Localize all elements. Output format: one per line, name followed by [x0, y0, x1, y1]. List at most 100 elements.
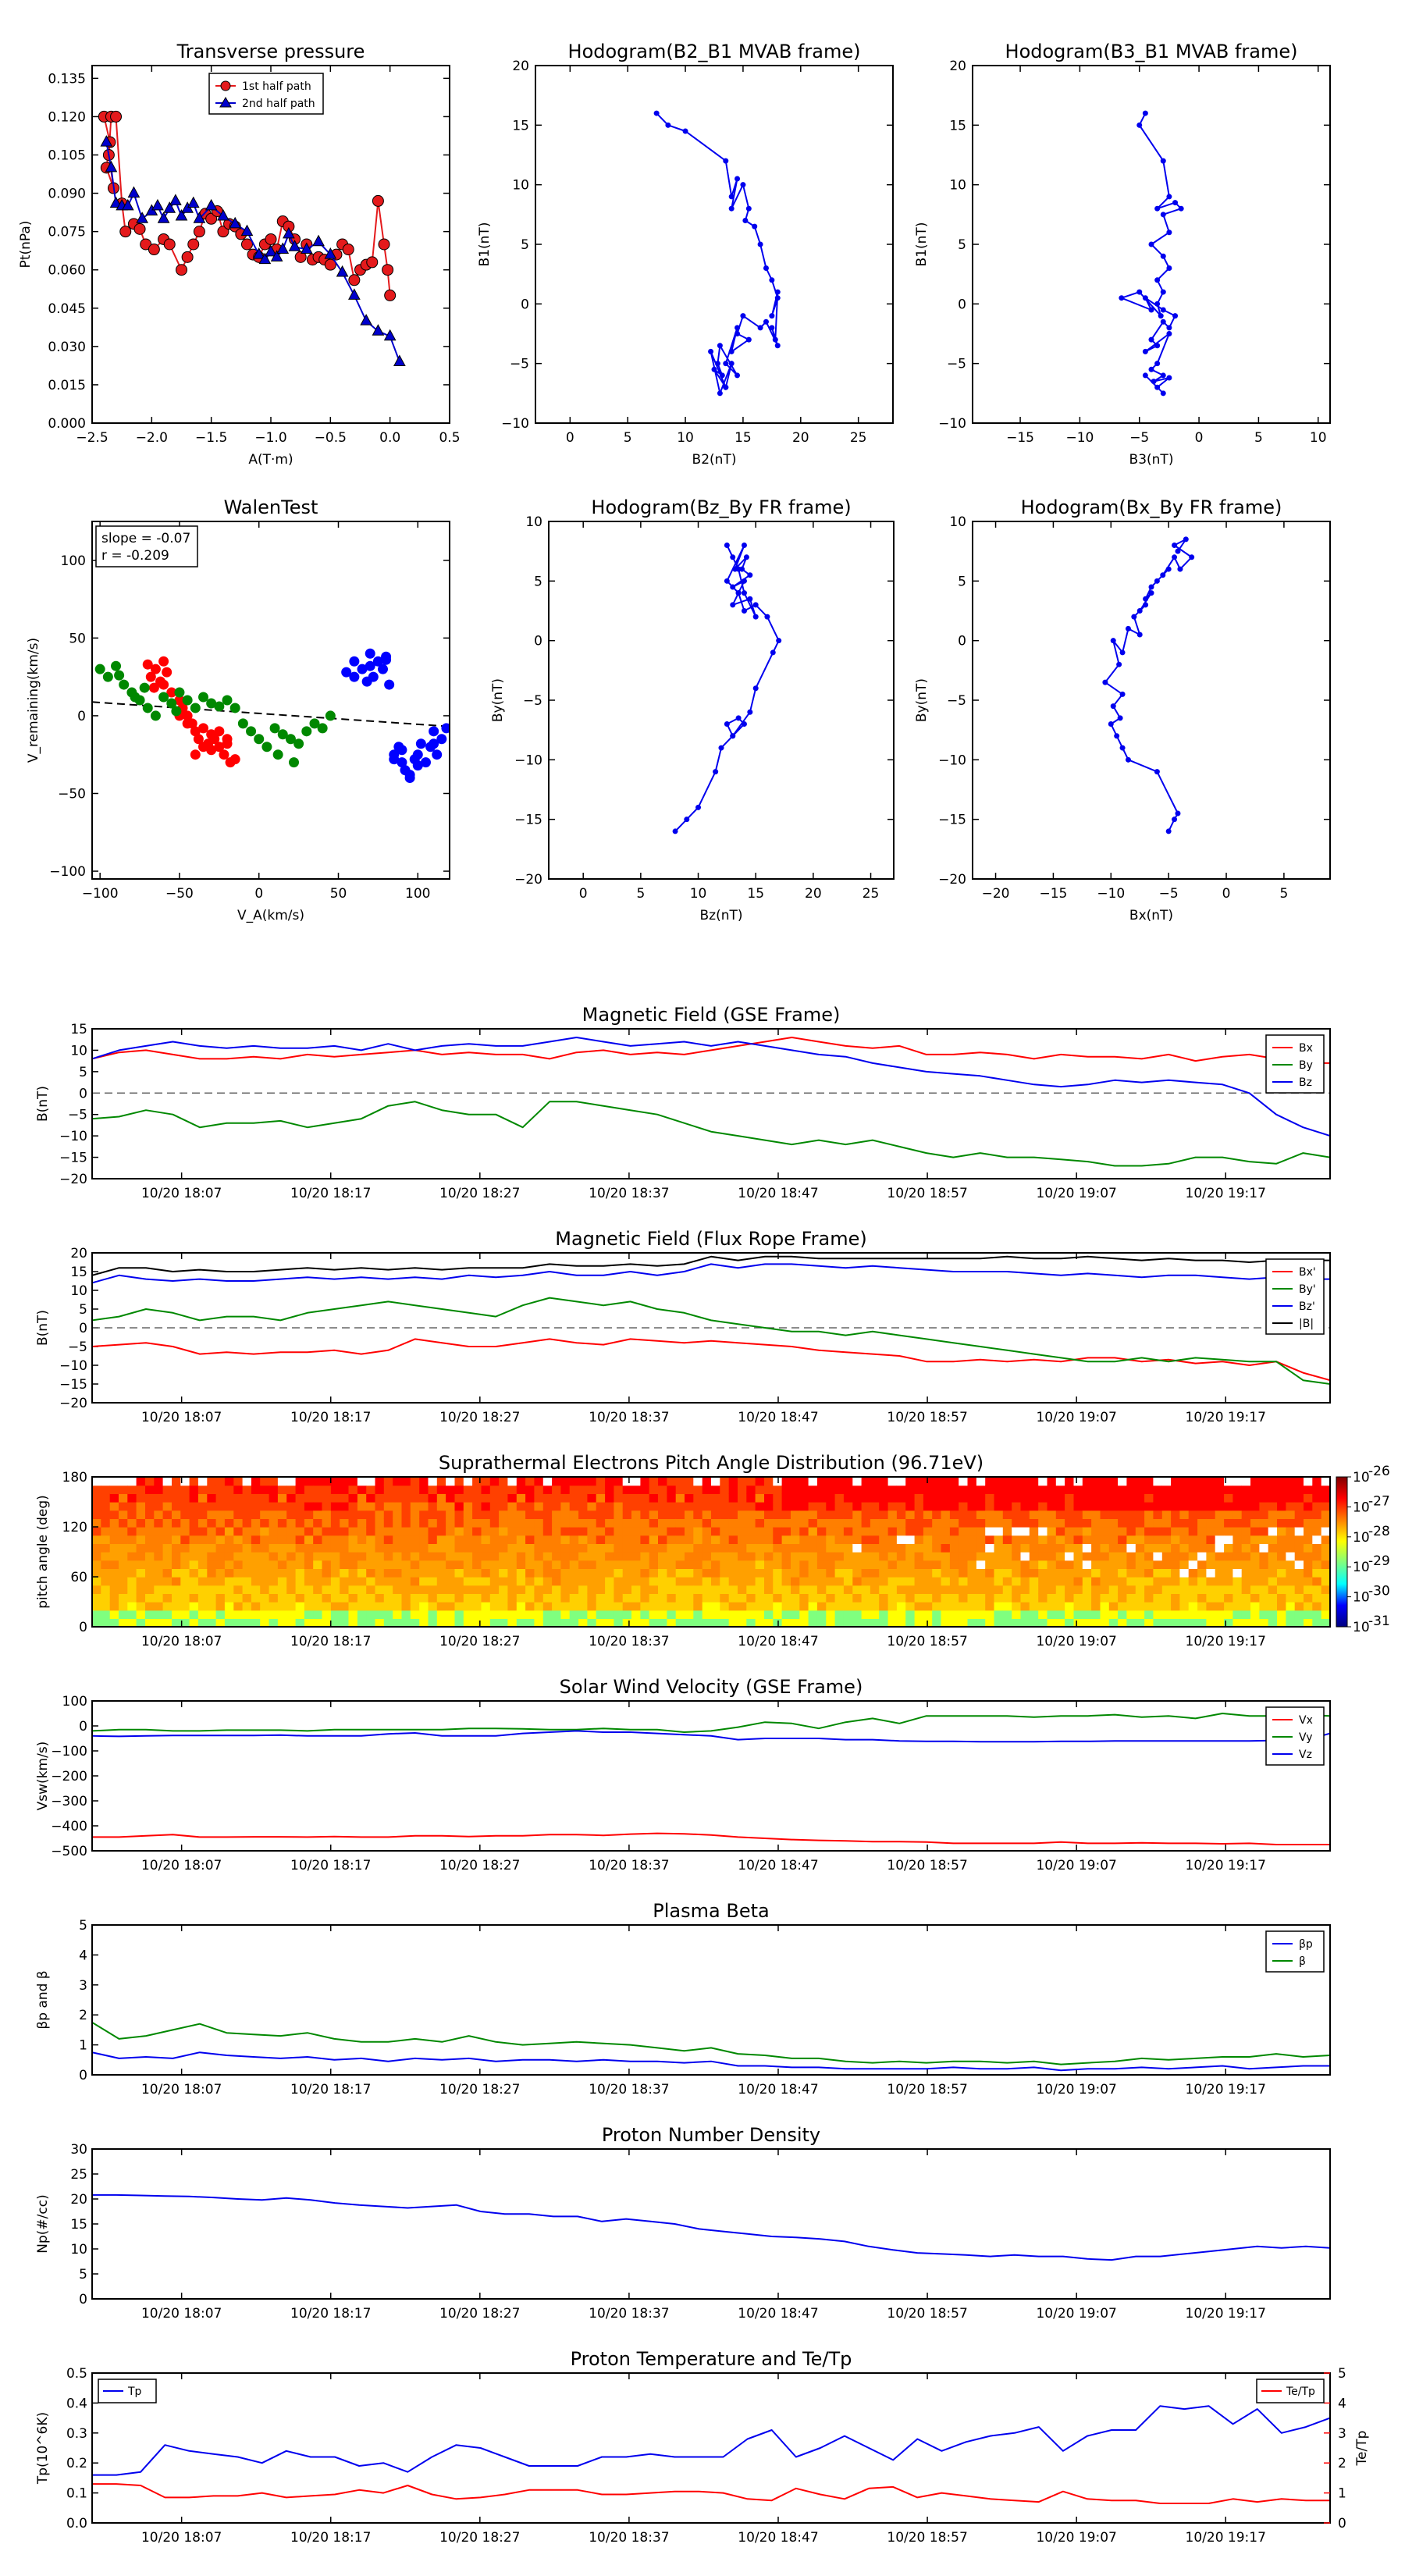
- heatmap-cell: [375, 1610, 385, 1619]
- heatmap-cell: [393, 1568, 403, 1578]
- heatmap-cell: [799, 1527, 809, 1536]
- heatmap-cell: [605, 1477, 614, 1486]
- heatmap-cell: [1241, 1577, 1251, 1586]
- chart-title: Hodogram(Bz_By FR frame): [591, 496, 851, 518]
- chart-title: Solar Wind Velocity (GSE Frame): [560, 1676, 863, 1698]
- heatmap-cell: [322, 1610, 332, 1619]
- heatmap-cell: [180, 1518, 190, 1528]
- heatmap-cell: [870, 1560, 880, 1569]
- heatmap-cell: [1082, 1552, 1092, 1561]
- heatmap-cell: [145, 1485, 155, 1494]
- heatmap-cell: [843, 1518, 853, 1528]
- x-tick-label: 10/20 18:57: [887, 1410, 967, 1425]
- heatmap-cell: [720, 1477, 730, 1486]
- heatmap-cell: [1002, 1518, 1012, 1528]
- heatmap-cell: [994, 1618, 1004, 1628]
- chart-title: Suprathermal Electrons Pitch Angle Distr…: [439, 1452, 984, 1474]
- x-tick-label: 0.5: [439, 430, 460, 446]
- heatmap-cell: [1286, 1543, 1296, 1553]
- heatmap-cell: [1100, 1552, 1110, 1561]
- x-tick-label: 10/20 18:17: [290, 2306, 371, 2322]
- data-point: [342, 244, 354, 256]
- heatmap-cell: [569, 1535, 579, 1544]
- x-tick-label: 0: [566, 430, 574, 446]
- heatmap-cell: [746, 1543, 756, 1553]
- heatmap-cell: [976, 1502, 986, 1511]
- heatmap-cell: [932, 1543, 942, 1553]
- heatmap-cell: [1038, 1502, 1048, 1511]
- heatmap-cell: [304, 1493, 314, 1503]
- heatmap-cell: [994, 1552, 1004, 1561]
- heatmap-cell: [215, 1502, 226, 1511]
- heatmap-cell: [1126, 1552, 1136, 1561]
- heatmap-cell: [507, 1585, 518, 1594]
- heatmap-cell: [578, 1577, 588, 1586]
- data-point: [246, 726, 257, 737]
- heatmap-cell: [1108, 1577, 1119, 1586]
- heatmap-cell: [711, 1618, 720, 1628]
- heatmap-cell: [1286, 1618, 1296, 1628]
- heatmap-cell: [348, 1502, 358, 1511]
- heatmap-cell: [1171, 1535, 1180, 1544]
- data-point: [1166, 265, 1172, 272]
- heatmap-cell: [587, 1577, 597, 1586]
- heatmap-cell: [197, 1543, 208, 1553]
- heatmap-cell: [773, 1577, 783, 1586]
- x-tick-label: 10/20 19:17: [1186, 1186, 1266, 1201]
- heatmap-cell: [1250, 1610, 1260, 1619]
- heatmap-cell: [985, 1527, 995, 1536]
- heatmap-cell: [180, 1493, 190, 1503]
- heatmap-cell: [162, 1585, 173, 1594]
- heatmap-cell: [516, 1493, 526, 1503]
- heatmap-cell: [1286, 1560, 1296, 1569]
- heatmap-cell: [605, 1543, 614, 1553]
- heatmap-cell: [127, 1527, 137, 1536]
- heatmap-cell: [197, 1485, 208, 1494]
- heatmap-cell: [1126, 1543, 1136, 1553]
- heatmap-cell: [92, 1518, 101, 1528]
- heatmap-cell: [207, 1602, 217, 1611]
- heatmap-cell: [728, 1560, 738, 1569]
- heatmap-cell: [1065, 1527, 1074, 1536]
- heatmap-cell: [1161, 1560, 1172, 1569]
- heatmap-cell: [1144, 1585, 1154, 1594]
- heatmap-cell: [755, 1593, 765, 1603]
- heatmap-cell: [755, 1610, 765, 1619]
- x-tick-label: 10/20 18:57: [887, 2530, 967, 2546]
- heatmap-cell: [976, 1602, 986, 1611]
- heatmap-cell: [764, 1602, 774, 1611]
- heatmap-cell: [985, 1502, 995, 1511]
- heatmap-cell: [207, 1493, 217, 1503]
- heatmap-cell: [976, 1535, 986, 1544]
- heatmap-cell: [454, 1535, 464, 1544]
- heatmap-cell: [649, 1568, 659, 1578]
- heatmap-cell: [1091, 1518, 1101, 1528]
- heatmap-cell: [852, 1485, 863, 1494]
- heatmap-cell: [419, 1610, 429, 1619]
- heatmap-cell: [286, 1493, 297, 1503]
- heatmap-cell: [463, 1552, 473, 1561]
- heatmap-cell: [914, 1485, 924, 1494]
- heatmap-cell: [410, 1618, 420, 1628]
- heatmap-cell: [1161, 1585, 1172, 1594]
- heatmap-cell: [738, 1543, 747, 1553]
- heatmap-cell: [1294, 1543, 1304, 1553]
- heatmap-cell: [994, 1585, 1004, 1594]
- heatmap-cell: [215, 1535, 226, 1544]
- x-tick-label: 25: [863, 886, 880, 902]
- heatmap-cell: [755, 1543, 765, 1553]
- heatmap-cell: [605, 1485, 614, 1494]
- heatmap-cell: [959, 1477, 969, 1486]
- heatmap-cell: [136, 1552, 146, 1561]
- heatmap-cell: [1082, 1527, 1092, 1536]
- heatmap-cell: [534, 1602, 544, 1611]
- heatmap-cell: [728, 1543, 738, 1553]
- heatmap-cell: [1073, 1585, 1083, 1594]
- heatmap-cell: [330, 1543, 340, 1553]
- heatmap-cell: [1312, 1510, 1322, 1519]
- heatmap-cell: [401, 1543, 411, 1553]
- heatmap-cell: [446, 1618, 455, 1628]
- x-tick-label: 5: [624, 430, 632, 446]
- heatmap-cell: [1232, 1510, 1243, 1519]
- y-tick-label: 5: [79, 1065, 87, 1080]
